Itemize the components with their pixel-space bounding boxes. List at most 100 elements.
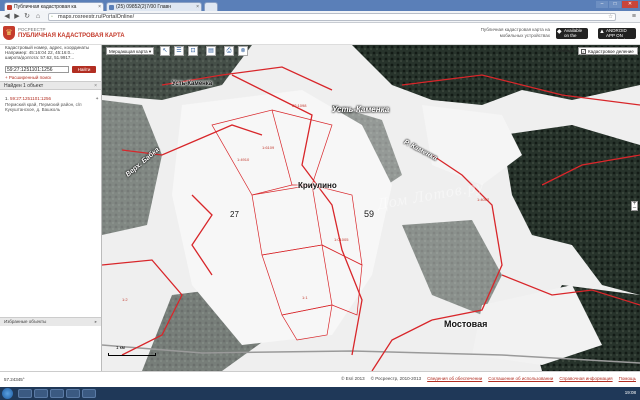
cad-label: 1:4910 bbox=[237, 157, 250, 162]
results-header: Найден 1 объект × bbox=[0, 81, 101, 90]
favicon-icon bbox=[7, 5, 12, 10]
help-line: широта/долгота: 57.62, 51.9917... bbox=[5, 55, 75, 60]
legend-toggle[interactable]: ☐ Легенда bbox=[552, 47, 574, 55]
advanced-search-link[interactable]: + Расширенный поиск bbox=[5, 75, 51, 80]
zoom-control[interactable]: + – bbox=[631, 201, 638, 211]
googleplay-top: ANDROID APP ON bbox=[606, 28, 627, 38]
page-footer: 57.24345° © Esri 2013 © Росреестр, 2010-… bbox=[0, 371, 640, 387]
taskbar-app-icon[interactable] bbox=[50, 389, 64, 398]
cad-label: 1:01005 bbox=[334, 237, 349, 242]
coordinate-readout: 57.24345° bbox=[4, 377, 25, 382]
close-tab-icon[interactable]: × bbox=[98, 4, 101, 10]
close-window-button[interactable]: ✕ bbox=[622, 1, 638, 8]
favorites-label: Избранные объекты bbox=[4, 319, 47, 324]
result-cad-number[interactable]: 59:27:1251101:1256 bbox=[10, 96, 51, 101]
results-count: Найден 1 объект bbox=[4, 83, 44, 89]
result-index: 1. bbox=[5, 96, 9, 101]
map-label-ust-kamenka: Усть-Каменка bbox=[332, 105, 390, 114]
close-tab-icon[interactable]: × bbox=[196, 4, 199, 10]
help-link[interactable]: Помощь bbox=[619, 376, 636, 381]
mobile-app-promo: Публичная кадастровая карта на мобильных… bbox=[480, 27, 550, 38]
start-button[interactable] bbox=[2, 388, 13, 399]
favicon-icon bbox=[109, 5, 114, 10]
map-label-ust-kamenka: Усть-Каменка bbox=[172, 81, 213, 87]
taskbar-app-icon[interactable] bbox=[34, 389, 48, 398]
reload-icon[interactable]: ↻ bbox=[23, 13, 31, 21]
clock[interactable]: 19:08 bbox=[625, 390, 636, 395]
forward-icon[interactable]: ▶ bbox=[13, 13, 21, 21]
cad-label: 1:1 bbox=[302, 295, 308, 300]
legend-label: Легенда bbox=[557, 48, 575, 53]
page-icon: ▫ bbox=[51, 14, 53, 20]
basemap-select[interactable]: Мерцающая карта ▾ bbox=[106, 47, 155, 55]
expand-icon[interactable]: ▸ bbox=[95, 318, 97, 326]
browser-tab-bar: Публичная кадастровая ка × (25) 09852(2)… bbox=[0, 0, 640, 11]
apple-icon: ◆ bbox=[557, 29, 562, 35]
browser-tab[interactable]: (25) 09852(2)7/00 Главн × bbox=[106, 2, 202, 11]
appstore-name: App Store bbox=[564, 38, 585, 43]
taskbar-app-icon[interactable] bbox=[18, 389, 32, 398]
googleplay-badge[interactable]: ▲ ANDROID APP ON Google play bbox=[598, 28, 636, 43]
appstore-badge[interactable]: ◆ Available on the App Store bbox=[556, 28, 588, 43]
close-results-icon[interactable]: × bbox=[94, 82, 97, 90]
os-taskbar: 19:08 bbox=[0, 387, 640, 400]
wrench-icon[interactable]: ≡ bbox=[632, 13, 636, 20]
maximize-button[interactable]: □ bbox=[609, 1, 621, 8]
window-controls: – □ ✕ bbox=[596, 1, 638, 8]
site-header: ♛ РОСРЕЕСТР ПУБЛИЧНАЯ КАДАСТРОВАЯ КАРТА … bbox=[0, 23, 640, 45]
home-icon[interactable]: ⌂ bbox=[34, 13, 42, 21]
cad-label: 1:2 bbox=[122, 297, 128, 302]
taskbar-app-icon[interactable] bbox=[66, 389, 80, 398]
new-tab-button[interactable] bbox=[204, 2, 218, 11]
link-icon[interactable]: ⊗ bbox=[238, 46, 248, 56]
cad-label: 1:6109 bbox=[262, 145, 275, 150]
org-name: РОСРЕЕСТР bbox=[18, 27, 46, 32]
footer-link[interactable]: Соглашение об использовании bbox=[488, 376, 553, 381]
back-icon[interactable]: ◀ bbox=[3, 13, 11, 21]
search-help: Кадастровый номер, адрес, координаты Нап… bbox=[5, 45, 100, 60]
scale-label: 1 км bbox=[116, 345, 125, 350]
footer-links: © Esri 2013 © Росреестр, 2010-2013 Сведе… bbox=[341, 376, 636, 381]
checkbox-icon[interactable]: ✓ bbox=[581, 49, 586, 54]
cad-label: 22:1098 bbox=[292, 103, 307, 108]
result-description: Пермский край, Пермский район, с/п Кукуш… bbox=[5, 101, 82, 113]
taskbar-app-icon[interactable] bbox=[82, 389, 96, 398]
tab-label: Публичная кадастровая ка bbox=[14, 4, 77, 10]
bookmark-star-icon[interactable]: ☆ bbox=[608, 14, 613, 21]
favorites-bar[interactable]: Избранные объекты ▸ bbox=[0, 317, 101, 326]
appstore-top: Available on the bbox=[564, 28, 583, 38]
android-icon: ▲ bbox=[599, 29, 605, 35]
layers-icon[interactable]: ☰ bbox=[174, 46, 184, 56]
map-label-mostovaya: Мостовая bbox=[444, 319, 488, 329]
map-region-number: 59 bbox=[364, 209, 375, 219]
minimize-button[interactable]: – bbox=[596, 1, 608, 8]
url-text: maps.rosreestr.ru/PortalOnline/ bbox=[58, 14, 135, 20]
result-item[interactable]: 1. 59:27:1251101:1256 Пермский край, Пер… bbox=[5, 96, 99, 113]
map-view[interactable]: 22:1098 1:4910 1:6109 1:01005 1:4002 1:1… bbox=[102, 45, 640, 371]
esri-copyright: © Esri 2013 bbox=[341, 376, 365, 381]
find-button[interactable]: Найти bbox=[72, 66, 96, 73]
url-input[interactable]: ▫ maps.rosreestr.ru/PortalOnline/ ☆ bbox=[48, 13, 616, 21]
site-title[interactable]: ПУБЛИЧНАЯ КАДАСТРОВАЯ КАРТА bbox=[18, 33, 125, 39]
map-region-number: 27 bbox=[230, 210, 239, 219]
bookmark-icon[interactable]: ▤ bbox=[206, 46, 216, 56]
googleplay-name: Google play bbox=[606, 38, 631, 43]
satellite-map[interactable] bbox=[102, 45, 640, 371]
coat-of-arms-icon: ♛ bbox=[3, 26, 15, 40]
cad-label: 1:4002 bbox=[477, 197, 490, 202]
measure-icon[interactable]: ⊡ bbox=[188, 46, 198, 56]
pin-icon[interactable]: ✦ bbox=[95, 96, 99, 102]
browser-tab-active[interactable]: Публичная кадастровая ка × bbox=[4, 2, 104, 11]
search-input[interactable]: 59:27:1251101:1256 bbox=[5, 66, 69, 73]
search-panel: Кадастровый номер, адрес, координаты Нап… bbox=[0, 45, 102, 371]
select-icon[interactable]: ↖ bbox=[160, 46, 170, 56]
theme-label: Кадастровое деление bbox=[588, 49, 634, 54]
address-bar-row: ◀ ▶ ↻ ⌂ ▫ maps.rosreestr.ru/PortalOnline… bbox=[0, 11, 640, 23]
print-icon[interactable]: ⎙ bbox=[224, 46, 234, 56]
footer-copyright: © Росреестр, 2010-2013 bbox=[370, 376, 422, 381]
footer-link[interactable]: Справочная информация bbox=[559, 376, 612, 381]
basemap-select-value: Мерцающая карта bbox=[109, 49, 148, 54]
tab-label: (25) 09852(2)7/00 Главн bbox=[116, 4, 171, 10]
theme-select[interactable]: ✓ Кадастровое деление bbox=[578, 47, 638, 55]
footer-link[interactable]: Сведения об обеспечении bbox=[427, 376, 482, 381]
